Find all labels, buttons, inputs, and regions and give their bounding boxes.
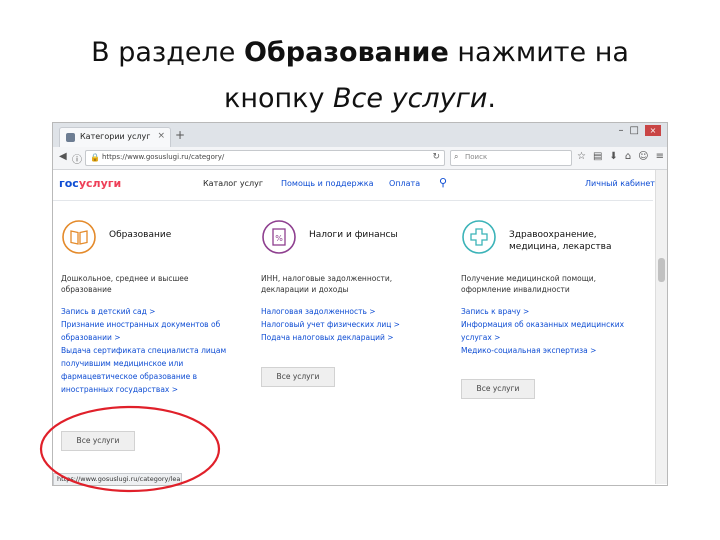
lock-icon: 🔒 — [90, 153, 100, 162]
toolbar-icons: ☆▤⬇⌂☺≡ — [577, 151, 667, 162]
service-link[interactable]: Налоговая задолженность > — [261, 305, 446, 318]
tax-document-icon: % — [262, 220, 296, 254]
window-controls: –□ × — [619, 125, 661, 136]
search-placeholder: Поиск — [465, 153, 488, 161]
service-link[interactable]: иностранных государствах > — [61, 383, 246, 396]
login-link[interactable]: Личный кабинет — [585, 179, 655, 188]
slide-title-line2: кнопку Все услуги. — [224, 83, 496, 114]
tab-title: Категории услуг — [80, 132, 151, 141]
category-links: Запись к врачу > Информация об оказанных… — [461, 305, 646, 357]
category-links: Налоговая задолженность > Налоговый учет… — [261, 305, 446, 344]
category-description: Дошкольное, среднее и высшее образование — [61, 274, 189, 294]
new-tab-button[interactable]: + — [175, 128, 185, 142]
tab-bar: Категории услуг × + –□ × — [53, 123, 667, 148]
service-link[interactable]: Признание иностранных документов об — [61, 318, 246, 331]
gosuslugi-logo[interactable]: госуслуги — [59, 177, 121, 190]
highlight-ellipse — [39, 405, 221, 493]
svg-text:%: % — [275, 234, 283, 243]
minimize-button[interactable]: – — [619, 125, 630, 136]
library-icon[interactable]: ▤ — [593, 151, 609, 162]
navigation-toolbar: ◀ ⓘ 🔒 https://www.gosuslugi.ru/category/… — [53, 147, 667, 170]
nav-help[interactable]: Помощь и поддержка — [281, 179, 374, 188]
slide-title: В разделе Образование нажмите на кнопку … — [0, 30, 720, 122]
service-link[interactable]: услугах > — [461, 331, 646, 344]
service-link[interactable]: Медико-социальная экспертиза > — [461, 344, 646, 357]
book-icon — [62, 220, 96, 254]
category-links: Запись в детский сад > Признание иностра… — [61, 305, 246, 396]
nav-catalog[interactable]: Каталог услуг — [203, 179, 263, 188]
home-icon[interactable]: ⌂ — [625, 151, 638, 162]
info-icon[interactable]: ⓘ — [72, 151, 82, 166]
download-icon[interactable]: ⬇ — [609, 151, 624, 162]
category-title[interactable]: Налоги и финансы — [309, 229, 449, 241]
vertical-scrollbar[interactable] — [655, 170, 667, 484]
service-link[interactable]: Запись в детский сад > — [61, 305, 246, 318]
nav-payment[interactable]: Оплата — [389, 179, 420, 188]
tab-close-icon[interactable]: × — [157, 131, 165, 141]
site-search-icon[interactable]: ⚲ — [439, 176, 447, 189]
bookmark-star-icon[interactable]: ☆ — [577, 151, 593, 162]
search-box[interactable]: ⌕ Поиск — [450, 150, 572, 166]
category-title[interactable]: Здравоохранение, медицина, лекарства — [509, 229, 649, 253]
search-icon: ⌕ — [454, 152, 459, 161]
service-link[interactable]: Запись к врачу > — [461, 305, 646, 318]
back-arrow-icon[interactable]: ◀ — [59, 151, 67, 162]
reload-icon[interactable]: ↻ — [432, 152, 440, 162]
category-description: ИНН, налоговые задолженности, декларации… — [261, 274, 393, 294]
hamburger-menu-icon[interactable]: ≡ — [656, 151, 667, 162]
slide-title-line1: В разделе Образование нажмите на — [91, 37, 629, 68]
medical-cross-icon — [462, 220, 496, 254]
service-link[interactable]: Выдача сертификата специалиста лицам — [61, 344, 246, 357]
smiley-icon[interactable]: ☺ — [638, 151, 655, 162]
title-emphasis-education: Образование — [243, 37, 449, 68]
all-services-button[interactable]: Все услуги — [461, 379, 535, 399]
close-window-button[interactable]: × — [645, 125, 661, 136]
address-text: https://www.gosuslugi.ru/category/ — [102, 153, 225, 161]
site-header: госуслуги Каталог услуг Помощь и поддерж… — [53, 170, 655, 201]
service-link[interactable]: Информация об оказанных медицинских — [461, 318, 646, 331]
category-title[interactable]: Образование — [109, 229, 249, 241]
service-link[interactable]: образовании > — [61, 331, 246, 344]
service-link[interactable]: Налоговый учет физических лиц > — [261, 318, 446, 331]
scrollbar-thumb[interactable] — [658, 258, 665, 282]
category-description: Получение медицинской помощи, оформление… — [461, 274, 597, 294]
all-services-button[interactable]: Все услуги — [261, 367, 335, 387]
address-bar[interactable]: 🔒 https://www.gosuslugi.ru/category/ ↻ — [85, 150, 445, 166]
favicon-icon — [66, 133, 75, 142]
service-link[interactable]: фармацевтическое образование в — [61, 370, 246, 383]
browser-tab[interactable]: Категории услуг × — [59, 127, 171, 148]
service-link[interactable]: получившим медицинское или — [61, 357, 246, 370]
title-emphasis-all-services: Все услуги — [333, 83, 488, 114]
maximize-button[interactable]: □ — [630, 125, 645, 136]
service-link[interactable]: Подача налоговых деклараций > — [261, 331, 446, 344]
